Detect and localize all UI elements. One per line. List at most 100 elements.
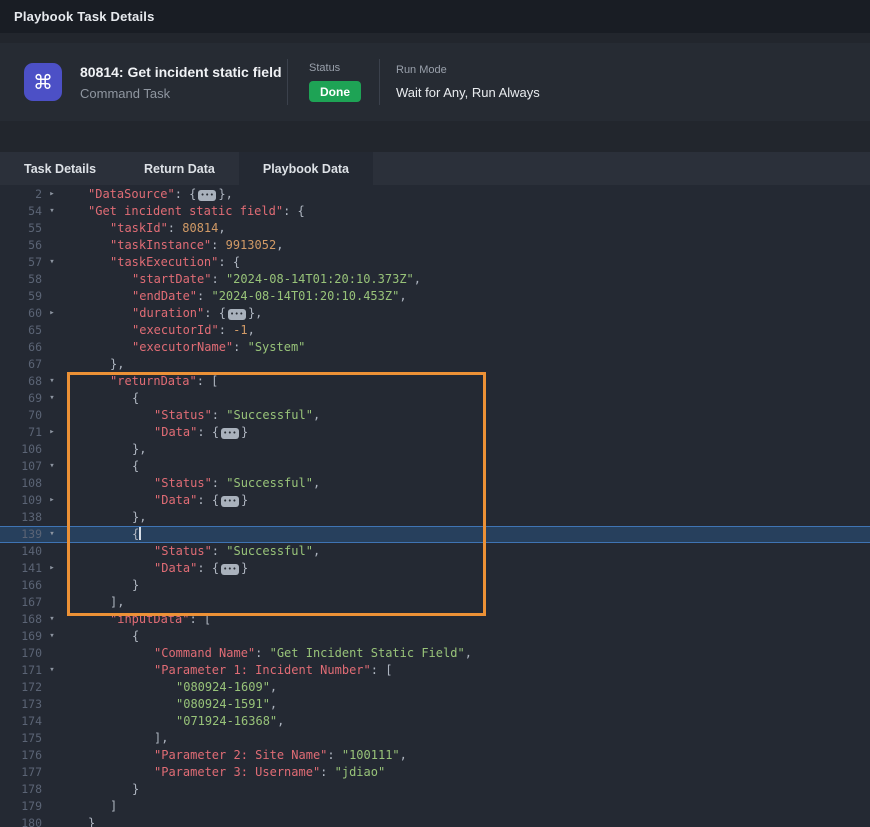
fold-spacer	[42, 509, 62, 526]
task-type-label: Command Task	[80, 86, 287, 101]
gutter: 176	[0, 747, 62, 764]
code-line-107[interactable]: 107▾{	[0, 458, 870, 475]
token-punct: {	[132, 629, 139, 643]
code-line-139[interactable]: 139▾{	[0, 526, 870, 543]
code-line-174[interactable]: 174"071924-16368",	[0, 713, 870, 730]
token-punct: ,	[313, 408, 320, 422]
fold-collapse-icon[interactable]: ▾	[42, 390, 62, 407]
line-number: 167	[0, 594, 42, 611]
token-punct: },	[132, 510, 146, 524]
collapsed-code-badge[interactable]: •••	[198, 190, 216, 201]
fold-collapse-icon[interactable]: ▾	[42, 458, 62, 475]
token-key: "Status"	[154, 476, 212, 490]
code-line-71[interactable]: 71▸"Data": {•••}	[0, 424, 870, 441]
line-number: 67	[0, 356, 42, 373]
fold-spacer	[42, 798, 62, 815]
fold-spacer	[42, 577, 62, 594]
code-line-68[interactable]: 68▾"returnData": [	[0, 373, 870, 390]
token-key: "Command Name"	[154, 646, 255, 660]
code-line-55[interactable]: 55"taskId": 80814,	[0, 220, 870, 237]
code-line-59[interactable]: 59"endDate": "2024-08-14T01:20:10.453Z",	[0, 288, 870, 305]
token-punct: ],	[154, 731, 168, 745]
fold-spacer	[42, 764, 62, 781]
gutter: 172	[0, 679, 62, 696]
fold-spacer	[42, 747, 62, 764]
code-line-2[interactable]: 2▸"DataSource": {•••},	[0, 186, 870, 203]
code-text: "executorName": "System"	[132, 339, 305, 356]
token-key: "DataSource"	[88, 187, 175, 201]
code-line-166[interactable]: 166}	[0, 577, 870, 594]
fold-spacer	[42, 237, 62, 254]
code-text: "Data": {•••}	[154, 424, 248, 441]
code-line-66[interactable]: 66"executorName": "System"	[0, 339, 870, 356]
collapsed-code-badge[interactable]: •••	[221, 564, 239, 575]
line-number: 179	[0, 798, 42, 815]
token-key: "Status"	[154, 544, 212, 558]
collapsed-code-badge[interactable]: •••	[221, 428, 239, 439]
code-line-176[interactable]: 176"Parameter 2: Site Name": "100111",	[0, 747, 870, 764]
code-line-141[interactable]: 141▸"Data": {•••}	[0, 560, 870, 577]
code-line-138[interactable]: 138},	[0, 509, 870, 526]
gutter: 167	[0, 594, 62, 611]
collapsed-code-badge[interactable]: •••	[228, 309, 246, 320]
fold-expand-icon[interactable]: ▸	[42, 424, 62, 441]
token-punct: {	[212, 561, 219, 575]
code-line-140[interactable]: 140"Status": "Successful",	[0, 543, 870, 560]
code-line-58[interactable]: 58"startDate": "2024-08-14T01:20:10.373Z…	[0, 271, 870, 288]
code-line-173[interactable]: 173"080924-1591",	[0, 696, 870, 713]
fold-expand-icon[interactable]: ▸	[42, 186, 62, 203]
code-line-172[interactable]: 172"080924-1609",	[0, 679, 870, 696]
code-line-170[interactable]: 170"Command Name": "Get Incident Static …	[0, 645, 870, 662]
fold-expand-icon[interactable]: ▸	[42, 305, 62, 322]
code-line-67[interactable]: 67},	[0, 356, 870, 373]
code-text: {	[132, 628, 139, 645]
code-line-109[interactable]: 109▸"Data": {•••}	[0, 492, 870, 509]
fold-spacer	[42, 322, 62, 339]
fold-collapse-icon[interactable]: ▾	[42, 254, 62, 271]
code-line-167[interactable]: 167],	[0, 594, 870, 611]
tab-playbook-data[interactable]: Playbook Data	[239, 152, 373, 185]
code-line-169[interactable]: 169▾{	[0, 628, 870, 645]
code-line-180[interactable]: 180}	[0, 815, 870, 827]
fold-collapse-icon[interactable]: ▾	[42, 662, 62, 679]
fold-expand-icon[interactable]: ▸	[42, 560, 62, 577]
fold-collapse-icon[interactable]: ▾	[42, 526, 62, 543]
code-line-171[interactable]: 171▾"Parameter 1: Incident Number": [	[0, 662, 870, 679]
token-punct: ,	[218, 221, 225, 235]
token-punct: ,	[414, 272, 421, 286]
tab-task-details[interactable]: Task Details	[0, 152, 120, 185]
code-line-54[interactable]: 54▾"Get incident static field": {	[0, 203, 870, 220]
code-line-56[interactable]: 56"taskInstance": 9913052,	[0, 237, 870, 254]
gutter: 107▾	[0, 458, 62, 475]
code-text: }	[132, 781, 139, 798]
code-line-60[interactable]: 60▸"duration": {•••},	[0, 305, 870, 322]
token-punct: :	[320, 765, 334, 779]
fold-collapse-icon[interactable]: ▾	[42, 628, 62, 645]
token-punct: :	[175, 187, 189, 201]
code-line-179[interactable]: 179]	[0, 798, 870, 815]
code-line-106[interactable]: 106},	[0, 441, 870, 458]
fold-expand-icon[interactable]: ▸	[42, 492, 62, 509]
code-line-70[interactable]: 70"Status": "Successful",	[0, 407, 870, 424]
token-punct: ,	[276, 238, 283, 252]
fold-collapse-icon[interactable]: ▾	[42, 373, 62, 390]
code-editor[interactable]: 1{2▸"DataSource": {•••},54▾"Get incident…	[0, 185, 870, 827]
code-line-177[interactable]: 177"Parameter 3: Username": "jdiao"	[0, 764, 870, 781]
code-line-57[interactable]: 57▾"taskExecution": {	[0, 254, 870, 271]
code-line-65[interactable]: 65"executorId": -1,	[0, 322, 870, 339]
code-line-69[interactable]: 69▾{	[0, 390, 870, 407]
token-str: "jdiao"	[335, 765, 386, 779]
collapsed-code-badge[interactable]: •••	[221, 496, 239, 507]
code-line-168[interactable]: 168▾"inputData": [	[0, 611, 870, 628]
fold-collapse-icon[interactable]: ▾	[42, 203, 62, 220]
tab-return-data[interactable]: Return Data	[120, 152, 239, 185]
gutter: 56	[0, 237, 62, 254]
token-punct: :	[204, 306, 218, 320]
code-line-108[interactable]: 108"Status": "Successful",	[0, 475, 870, 492]
line-number: 60	[0, 305, 42, 322]
fold-collapse-icon[interactable]: ▾	[42, 611, 62, 628]
token-punct: :	[233, 340, 247, 354]
gutter: 108	[0, 475, 62, 492]
code-line-178[interactable]: 178}	[0, 781, 870, 798]
code-line-175[interactable]: 175],	[0, 730, 870, 747]
